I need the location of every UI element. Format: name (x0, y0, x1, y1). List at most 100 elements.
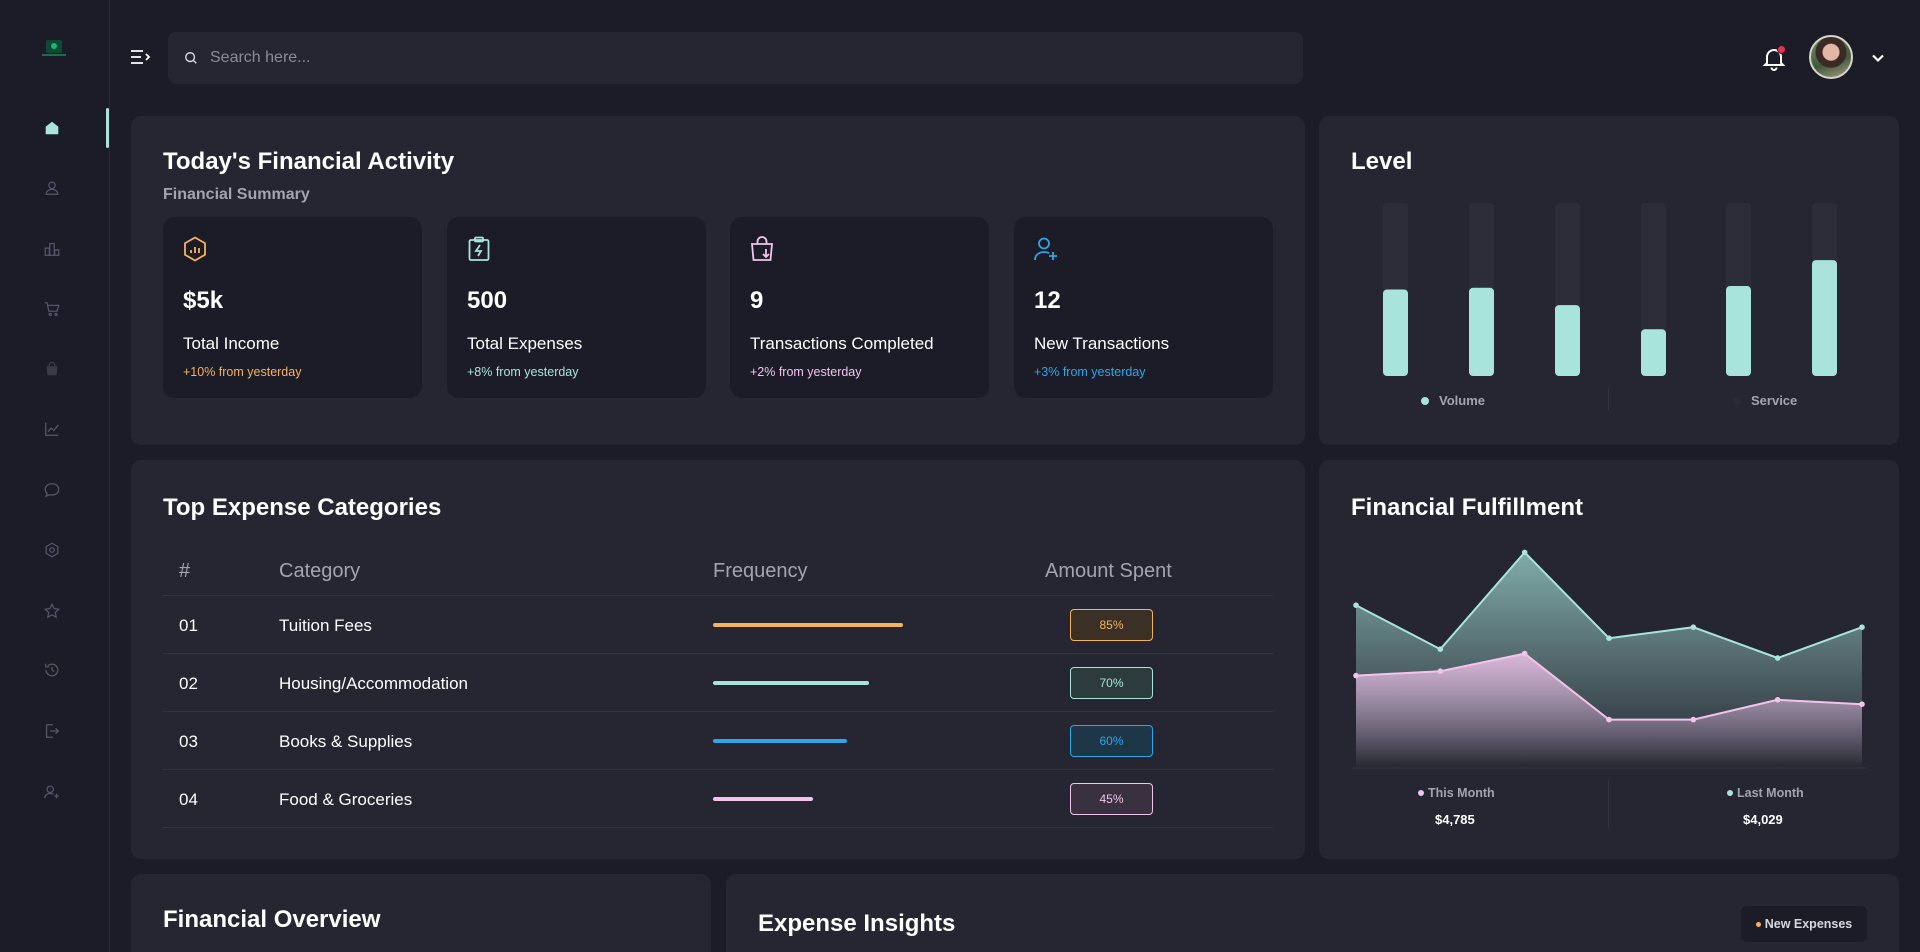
sidebar-item-home[interactable] (38, 114, 66, 142)
table-row[interactable]: 04 Food & Groceries 45% (163, 769, 1273, 827)
sidebar-item-history[interactable] (38, 656, 66, 684)
row-number: 04 (179, 790, 198, 809)
legend-label: Last Month (1737, 786, 1804, 800)
stat-card-new-transactions[interactable]: 12 New Transactions +3% from yesterday (1014, 217, 1273, 398)
sidebar-item-shop[interactable] (38, 355, 66, 383)
data-point[interactable] (1353, 602, 1359, 608)
data-point[interactable] (1859, 624, 1865, 630)
sidebar-item-login[interactable] (38, 717, 66, 745)
row-category: Tuition Fees (279, 616, 372, 635)
fulfillment-area-chart (1351, 549, 1867, 769)
sidebar-item-analytics[interactable] (38, 415, 66, 443)
data-point[interactable] (1606, 635, 1612, 641)
line-chart-icon (45, 422, 59, 436)
level-bar[interactable] (1383, 289, 1408, 377)
sidebar-item-user[interactable] (38, 174, 66, 202)
row-number: 02 (179, 674, 198, 693)
table-row[interactable]: 01 Tuition Fees 85% (163, 595, 1273, 653)
menu-toggle-button[interactable] (128, 46, 152, 70)
row-number: 01 (179, 616, 198, 635)
stat-value: 9 (750, 287, 764, 314)
legend-label: Volume (1439, 393, 1485, 408)
data-point[interactable] (1521, 650, 1528, 657)
new-expenses-filter[interactable]: New Expenses (1741, 906, 1867, 942)
row-number: 03 (179, 732, 198, 751)
add-user-icon (44, 785, 59, 799)
row-category: Food & Groceries (279, 790, 413, 809)
chart-hexagon-icon (184, 236, 206, 262)
stat-card-expenses[interactable]: 500 Total Expenses +8% from yesterday (447, 217, 706, 398)
legend-divider (1608, 388, 1609, 410)
sidebar-item-leaderboard[interactable] (38, 235, 66, 263)
stat-label: Total Income (183, 334, 280, 353)
stat-card-income[interactable]: $5k Total Income +10% from yesterday (163, 217, 422, 398)
column-header-amount: Amount Spent (1045, 560, 1172, 582)
level-bar[interactable] (1812, 260, 1837, 376)
legend-dot (1421, 396, 1429, 405)
sidebar-item-favorites[interactable] (38, 597, 66, 625)
stat-change: +10% from yesterday (183, 365, 302, 379)
logo[interactable] (40, 36, 68, 60)
stat-change: +8% from yesterday (467, 365, 579, 379)
frequency-bar (713, 797, 813, 801)
message-icon (44, 483, 60, 498)
data-point[interactable] (1437, 668, 1444, 674)
data-point[interactable] (1774, 697, 1781, 703)
menu-icon (131, 50, 151, 64)
sidebar-item-add-user[interactable] (38, 778, 66, 806)
legend-this-month: This Month (1418, 786, 1495, 800)
search-bar[interactable] (168, 32, 1303, 84)
clipboard-bolt-icon (468, 236, 490, 261)
star-icon (43, 602, 61, 619)
this-month-amount: $4,785 (1435, 812, 1475, 827)
column-header-number: # (179, 560, 191, 582)
last-month-amount: $4,029 (1743, 812, 1783, 827)
legend-dot (1733, 396, 1741, 405)
avatar[interactable] (1809, 35, 1853, 79)
user-menu-button[interactable] (1870, 50, 1886, 66)
table-row[interactable]: 02 Housing/Accommodation 70% (163, 653, 1273, 711)
level-bar[interactable] (1555, 305, 1580, 376)
data-point[interactable] (1437, 646, 1444, 652)
expense-categories-card: Top Expense Categories # Category Freque… (131, 460, 1305, 859)
data-point[interactable] (1690, 624, 1697, 630)
search-input[interactable] (210, 49, 1210, 67)
data-point[interactable] (1859, 701, 1865, 707)
sidebar-item-messages[interactable] (38, 476, 66, 504)
level-bar[interactable] (1726, 286, 1751, 376)
column-header-frequency: Frequency (713, 560, 808, 582)
financial-fulfillment-card: Financial Fulfillment This Month $4,785 … (1319, 460, 1899, 859)
stat-value: $5k (183, 287, 224, 314)
notification-dot (1777, 45, 1786, 54)
user-icon (45, 181, 59, 195)
amount-badge: 70% (1070, 667, 1153, 699)
financial-overview-card: Financial Overview (131, 874, 711, 952)
overview-title: Financial Overview (163, 906, 381, 933)
data-point[interactable] (1521, 549, 1528, 556)
activity-card: Today's Financial Activity Financial Sum… (131, 116, 1305, 445)
stat-label: New Transactions (1034, 334, 1170, 353)
legend-label: This Month (1428, 786, 1495, 800)
level-bar[interactable] (1469, 287, 1494, 376)
level-bar[interactable] (1641, 329, 1666, 376)
data-point[interactable] (1774, 655, 1781, 661)
sidebar-item-settings[interactable] (38, 536, 66, 564)
table-row[interactable]: 03 Books & Supplies 60% (163, 711, 1273, 769)
activity-subtitle: Financial Summary (163, 186, 310, 203)
bag-download-icon (751, 236, 773, 261)
data-point[interactable] (1353, 672, 1359, 679)
legend-dot (1418, 790, 1424, 796)
stat-value: 500 (467, 287, 508, 314)
amount-badge: 45% (1070, 783, 1153, 815)
data-point[interactable] (1606, 716, 1612, 723)
data-point[interactable] (1690, 716, 1697, 723)
frequency-bar (713, 739, 847, 743)
legend-last-month: Last Month (1727, 786, 1804, 800)
sidebar-item-cart[interactable] (38, 295, 66, 323)
stat-card-transactions-completed[interactable]: 9 Transactions Completed +2% from yester… (730, 217, 989, 398)
level-card: Level Volume Service (1319, 116, 1899, 445)
leaderboard-icon (44, 242, 60, 256)
stat-label: Total Expenses (467, 334, 583, 353)
legend-service: Service (1733, 393, 1797, 408)
chip-dot (1755, 921, 1761, 927)
